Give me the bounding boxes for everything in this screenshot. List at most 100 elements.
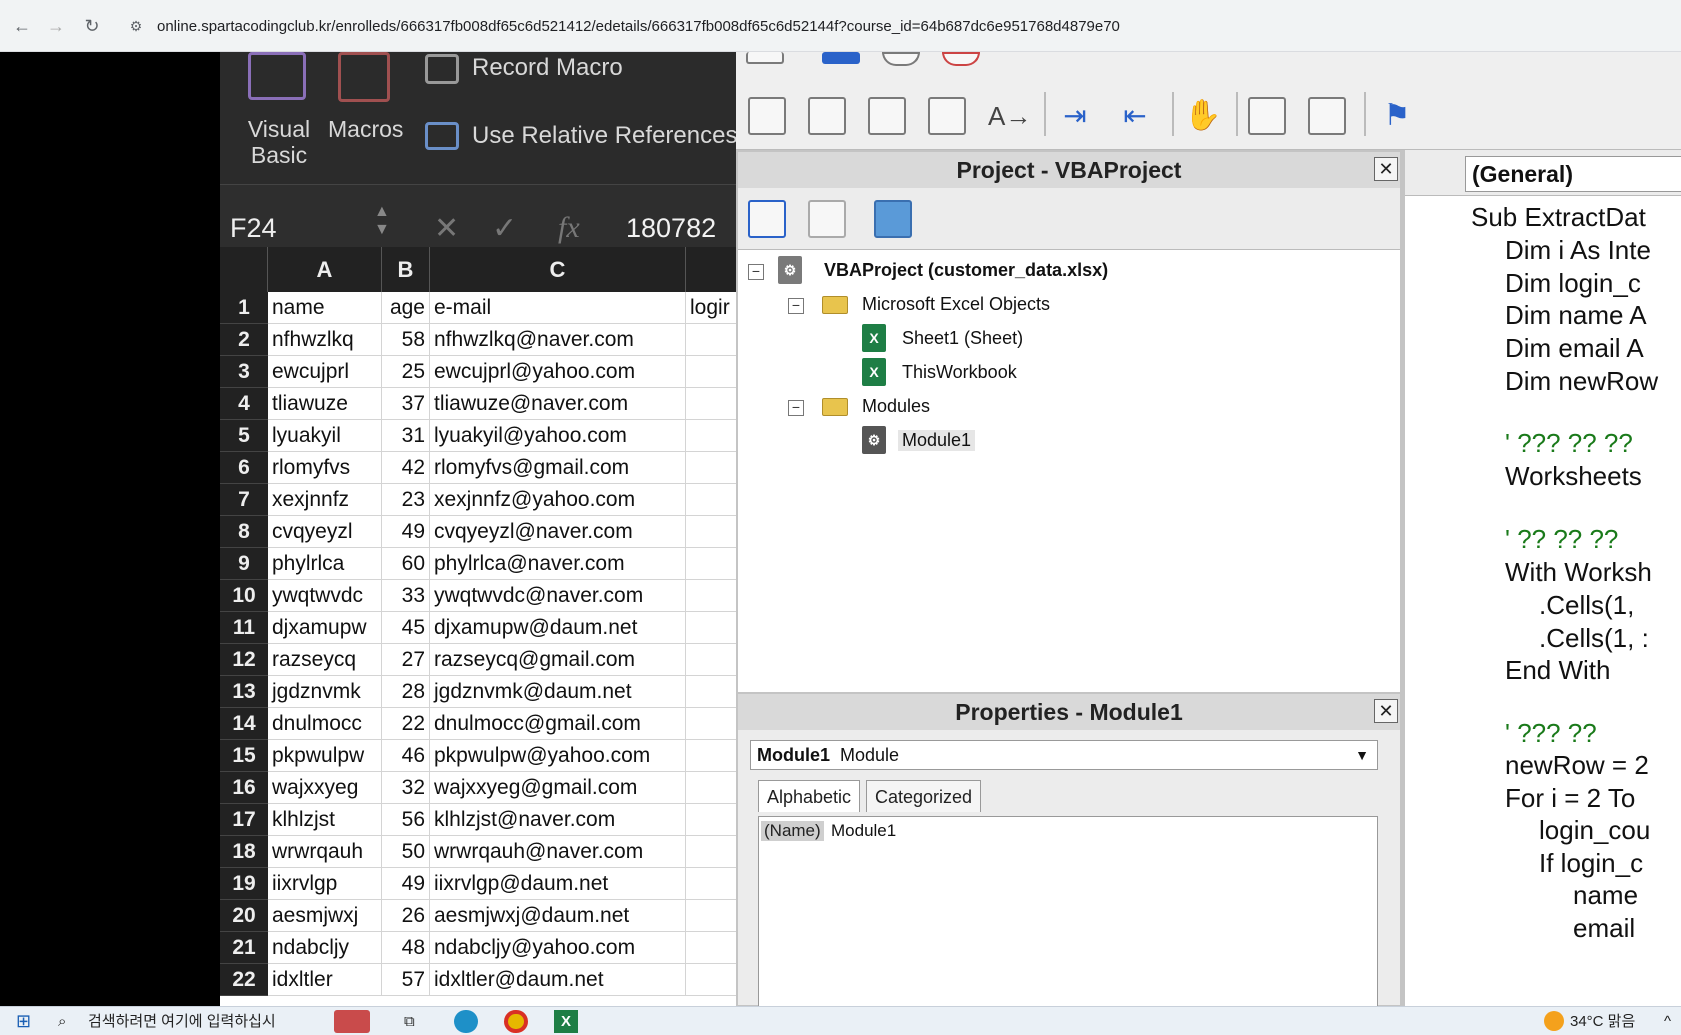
indent-icon[interactable] [748, 97, 786, 135]
cell-name[interactable]: xexjnnfz [268, 484, 382, 516]
object-select[interactable]: Module1 Module ▼ [750, 740, 1378, 770]
row-header[interactable]: 4 [220, 388, 268, 420]
cell-age[interactable]: 46 [382, 740, 430, 772]
windows-start-icon[interactable]: ⊞ [16, 1010, 31, 1033]
cell-age[interactable]: 49 [382, 516, 430, 548]
cell-name[interactable]: rlomyfvs [268, 452, 382, 484]
hand-icon[interactable]: ✋ [1184, 97, 1222, 135]
object-combo[interactable]: (General) [1465, 156, 1681, 192]
row-header[interactable]: 6 [220, 452, 268, 484]
code-line[interactable]: For i = 2 To [1505, 783, 1635, 814]
code-line[interactable]: Worksheets [1505, 461, 1642, 492]
cell-email[interactable]: e-mail [430, 292, 686, 324]
cell-name[interactable]: wrwrqauh [268, 836, 382, 868]
building-icon[interactable] [334, 1010, 370, 1033]
row-header[interactable]: 12 [220, 644, 268, 676]
code-line[interactable]: name [1573, 880, 1638, 911]
cell-age[interactable]: 37 [382, 388, 430, 420]
property-name-cell[interactable]: (Name) [761, 821, 824, 841]
cell-name[interactable]: klhlzjst [268, 804, 382, 836]
cell-email[interactable]: ndabcljy@yahoo.com [430, 932, 686, 964]
cell-login[interactable] [686, 612, 736, 644]
excel-icon[interactable]: X [554, 1010, 578, 1033]
indent-right-icon[interactable]: ⇥ [1056, 97, 1094, 135]
cell-age[interactable]: 23 [382, 484, 430, 516]
site-info-icon[interactable]: ⚙ [124, 14, 148, 38]
cell-name[interactable]: tliawuze [268, 388, 382, 420]
row-header[interactable]: 21 [220, 932, 268, 964]
cell-age[interactable]: 56 [382, 804, 430, 836]
cell-name[interactable]: djxamupw [268, 612, 382, 644]
cell-email[interactable]: phylrlca@naver.com [430, 548, 686, 580]
cell-age[interactable]: 57 [382, 964, 430, 996]
cell-age[interactable]: 27 [382, 644, 430, 676]
forward-icon[interactable]: → [44, 14, 68, 38]
cell-age[interactable]: 60 [382, 548, 430, 580]
cell-login[interactable] [686, 676, 736, 708]
search-icon[interactable]: ⌕ [58, 1010, 66, 1033]
export-file-icon[interactable] [808, 97, 846, 135]
properties-close-icon[interactable]: ✕ [1374, 699, 1398, 723]
column-header-b[interactable]: B [382, 247, 430, 292]
cell-name[interactable]: phylrlca [268, 548, 382, 580]
project-close-icon[interactable]: ✕ [1374, 157, 1398, 181]
cell-login[interactable] [686, 868, 736, 900]
cell-age[interactable]: 22 [382, 708, 430, 740]
code-line[interactable]: .Cells(1, : [1539, 623, 1649, 654]
task-view-icon[interactable]: ⧉ [404, 1010, 415, 1033]
cell-email[interactable]: aesmjwxj@daum.net [430, 900, 686, 932]
line-icon[interactable] [868, 97, 906, 135]
row-header[interactable]: 5 [220, 420, 268, 452]
row-header[interactable]: 20 [220, 900, 268, 932]
row-header[interactable]: 15 [220, 740, 268, 772]
cell-email[interactable]: iixrvlgp@daum.net [430, 868, 686, 900]
row-header[interactable]: 3 [220, 356, 268, 388]
tab-alphabetic[interactable]: Alphabetic [758, 780, 861, 812]
cell-name[interactable]: lyuakyil [268, 420, 382, 452]
code-line[interactable]: Dim i As Inte [1505, 235, 1651, 266]
back-icon[interactable]: ← [10, 14, 34, 38]
cell-age[interactable]: 28 [382, 676, 430, 708]
code-line[interactable]: newRow = 2 [1505, 750, 1649, 781]
cell-age[interactable]: 31 [382, 420, 430, 452]
record-macro-icon[interactable] [425, 54, 459, 84]
select-all-corner[interactable] [220, 247, 268, 292]
weather-icon[interactable] [1544, 1011, 1564, 1031]
cell-email[interactable]: jgdznvmk@daum.net [430, 676, 686, 708]
formula-value[interactable]: 180782 [626, 213, 716, 244]
code-line[interactable]: Dim newRow [1505, 366, 1658, 397]
relative-refs-icon[interactable] [425, 122, 459, 150]
cell-name[interactable]: wajxxyeg [268, 772, 382, 804]
cell-login[interactable] [686, 516, 736, 548]
cell-name[interactable]: iixrvlgp [268, 868, 382, 900]
cell-name[interactable]: pkpwulpw [268, 740, 382, 772]
cell-age[interactable]: 45 [382, 612, 430, 644]
tree-thisworkbook[interactable]: ThisWorkbook [902, 362, 1017, 383]
row-header[interactable]: 9 [220, 548, 268, 580]
cell-name[interactable]: razseycq [268, 644, 382, 676]
cell-email[interactable]: wajxxyeg@gmail.com [430, 772, 686, 804]
cell-login[interactable] [686, 740, 736, 772]
code-line[interactable]: email [1573, 913, 1635, 944]
cell-email[interactable]: rlomyfvs@gmail.com [430, 452, 686, 484]
confirm-icon[interactable]: ✓ [492, 211, 517, 246]
cell-login[interactable] [686, 580, 736, 612]
row-header[interactable]: 1 [220, 292, 268, 324]
macros-icon[interactable] [338, 52, 390, 102]
cell-age[interactable]: 25 [382, 356, 430, 388]
rename-icon[interactable]: A→ [988, 97, 1031, 135]
row-header[interactable]: 16 [220, 772, 268, 804]
collapse-root-icon[interactable]: − [748, 264, 764, 280]
reset-icon[interactable] [942, 52, 980, 66]
cell-email[interactable]: tliawuze@naver.com [430, 388, 686, 420]
cell-login[interactable] [686, 484, 736, 516]
weather-text[interactable]: 34°C 맑음 [1570, 1010, 1635, 1033]
cell-login[interactable]: logir [686, 292, 736, 324]
cell-login[interactable] [686, 644, 736, 676]
code-line[interactable]: Dim email A [1505, 333, 1644, 364]
reload-icon[interactable]: ↻ [80, 14, 104, 38]
cell-email[interactable]: nfhwzlkq@naver.com [430, 324, 686, 356]
cell-age[interactable]: 49 [382, 868, 430, 900]
code-line[interactable]: .Cells(1, [1539, 590, 1634, 621]
chevron-up-icon[interactable]: ^ [1664, 1010, 1671, 1033]
